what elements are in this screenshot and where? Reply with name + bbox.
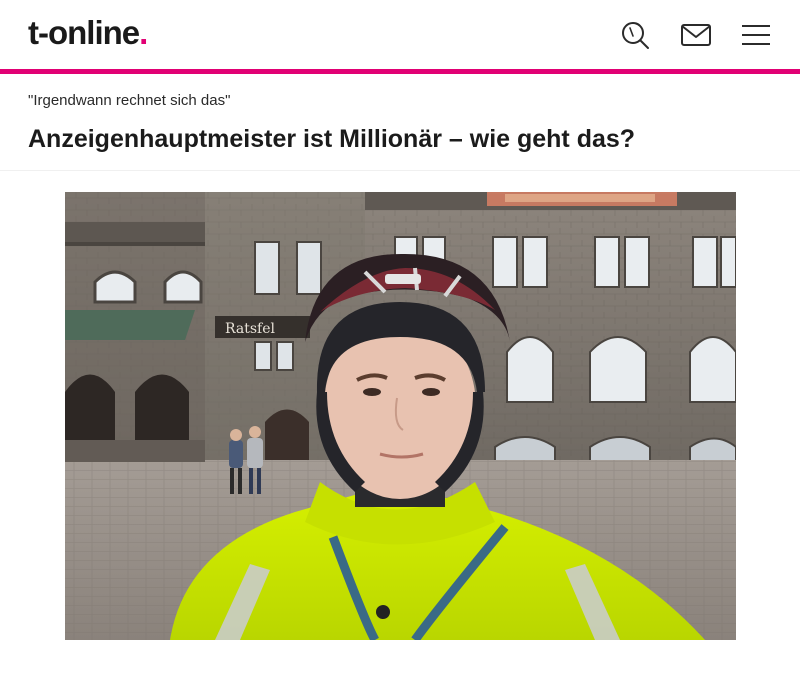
article-headline[interactable]: Anzeigenhauptmeister ist Millionär – wie…	[28, 122, 778, 156]
hero-photo-illustration: Ratsfel	[65, 192, 736, 640]
article-hero-image[interactable]: Ratsfel	[65, 192, 736, 640]
svg-text:Ratsfel: Ratsfel	[225, 321, 275, 337]
header-accent-bar	[0, 69, 800, 74]
t-online-logo[interactable]: t-online.	[28, 13, 148, 53]
article-kicker: "Irgendwann rechnet sich das"	[28, 92, 231, 109]
section-divider	[0, 170, 800, 171]
site-header: t-online.	[0, 0, 800, 70]
search-icon[interactable]	[618, 18, 652, 52]
hamburger-menu-icon[interactable]	[739, 18, 773, 52]
mail-icon[interactable]	[679, 18, 713, 52]
